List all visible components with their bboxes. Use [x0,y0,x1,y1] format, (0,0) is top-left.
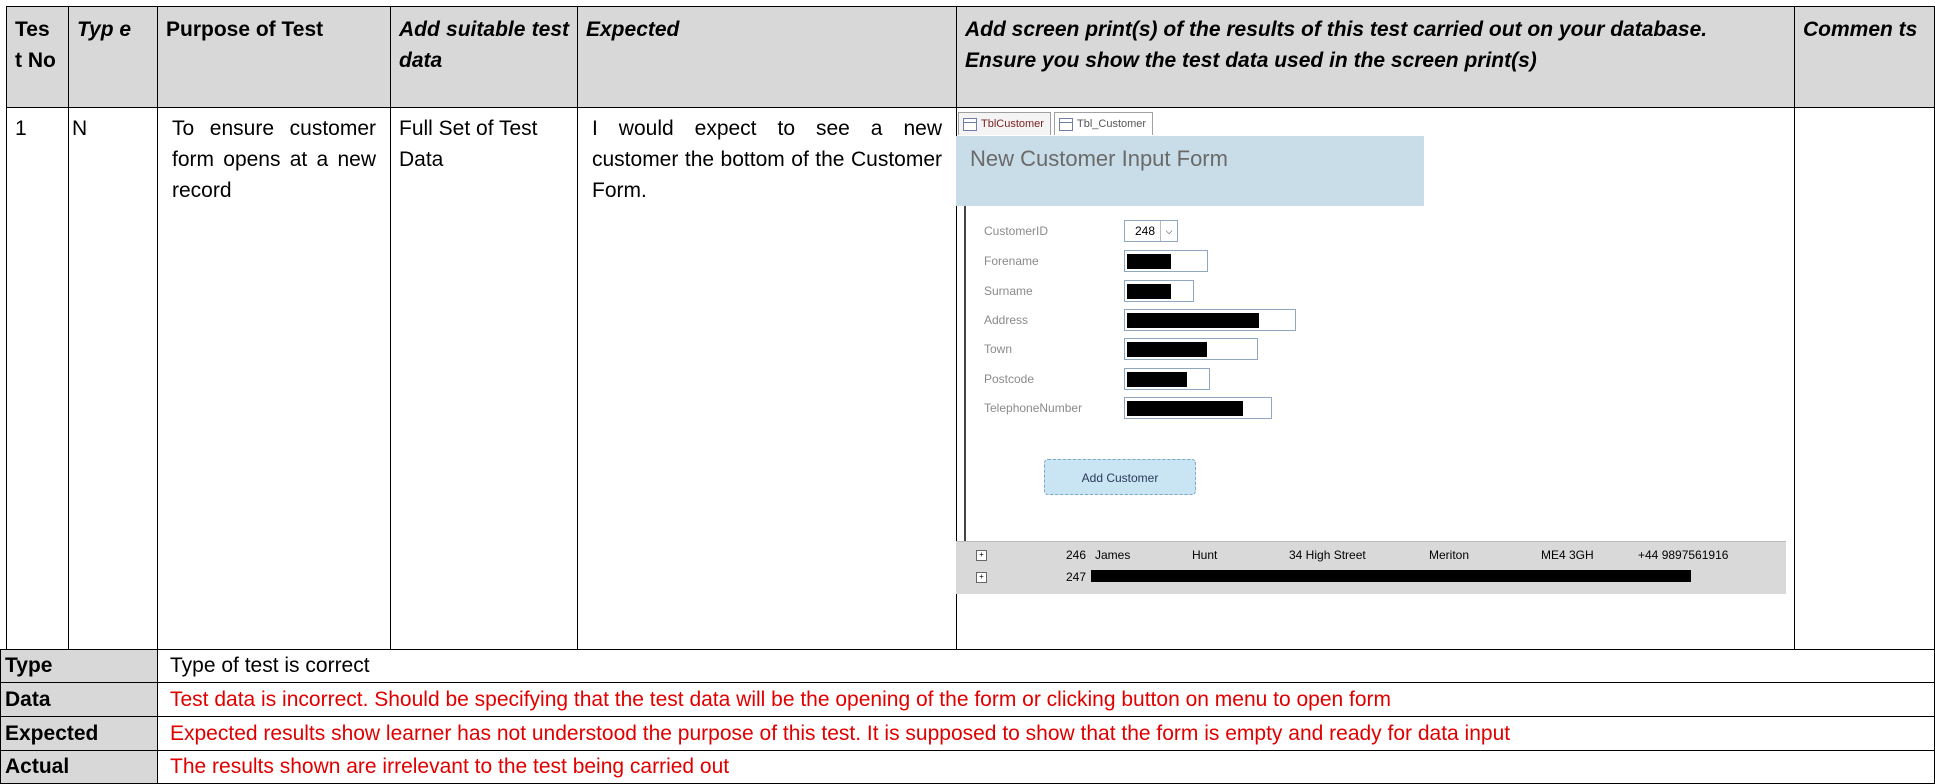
forename-field [1124,250,1208,272]
redaction-block [1091,570,1691,582]
form-icon [963,118,977,131]
tab-tblcustomer-label: TblCustomer [981,118,1044,130]
field-label-telephonenumber: TelephoneNumber [984,401,1083,415]
header-screen-print-text: Add screen print(s) of the results of th… [965,18,1708,72]
field-label-customerid: CustomerID [984,224,1049,238]
feedback-label-actual-text: Actual [5,755,70,778]
add-customer-button-label: Add Customer [1081,471,1159,485]
header-test-no-text: Tes t No [15,18,56,72]
table-row: + 247 [956,566,1786,588]
form-header: New Customer Input Form [956,136,1424,206]
row1-expected-text: I would expect to see a new customer the… [592,117,942,202]
expand-icon: + [976,550,987,561]
expand-icon: + [976,572,987,583]
redaction-block [1127,284,1171,299]
header-purpose-text: Purpose of Test [166,18,324,41]
feedback-text-expected: Expected results show learner has not un… [157,716,1935,751]
feedback-label-type: Type [0,649,158,683]
address-field [1124,309,1296,331]
row1-purpose: To ensure customer form opens at a new r… [157,107,391,650]
customerid-combo: 248 ⌵ [1124,220,1178,242]
redaction-block [1127,401,1243,416]
feedback-text-actual-text: The results shown are irrelevant to the … [170,755,730,778]
header-comments: Commen ts [1794,6,1935,108]
row1-comments [1794,107,1935,650]
header-test-data: Add suitable test data [390,6,578,108]
tab-tblcustomer-form: TblCustomer [958,112,1051,135]
chevron-down-icon: ⌵ [1160,221,1177,241]
feedback-label-data-text: Data [5,688,51,711]
header-test-data-text: Add suitable test data [399,18,569,72]
header-test-no: Tes t No [6,6,69,108]
customerid-value: 248 [1135,224,1156,238]
record-postcode: ME4 3GH [1541,548,1594,562]
field-label-address: Address [984,313,1029,327]
header-screen-print: Add screen print(s) of the results of th… [956,6,1795,108]
screen-print-image: TblCustomer Tbl_Customer New Customer In… [956,108,1786,603]
feedback-text-data-text: Test data is incorrect. Should be specif… [170,688,1392,711]
form-body: CustomerID 248 ⌵ Forename Surname Addres… [964,206,1426,546]
form-title: New Customer Input Form [970,146,1228,171]
record-phone: +44 9897561916 [1638,548,1729,562]
header-type-text: Typ e [77,18,132,41]
header-expected: Expected [577,6,957,108]
redaction-block [1127,254,1171,269]
feedback-label-expected: Expected [0,716,158,751]
postcode-field [1124,368,1210,390]
row1-expected: I would expect to see a new customer the… [577,107,957,650]
feedback-text-data: Test data is incorrect. Should be specif… [157,682,1935,717]
row1-test-data: Full Set of Test Data [390,107,578,650]
add-customer-button: Add Customer [1044,459,1196,495]
redaction-block [1127,313,1259,328]
row1-test-no: 1 [6,107,69,650]
field-label-surname: Surname [984,284,1033,298]
record-surname: Hunt [1192,548,1218,562]
field-label-forename: Forename [984,254,1039,268]
record-id: 246 [1066,548,1087,562]
table-row: + 246 James Hunt 34 High Street Meriton … [956,544,1786,566]
surname-field [1124,280,1194,302]
feedback-text-actual: The results shown are irrelevant to the … [157,750,1935,784]
feedback-text-expected-text: Expected results show learner has not un… [170,722,1511,745]
record-town: Meriton [1429,548,1470,562]
town-field [1124,338,1258,360]
redaction-block [1127,342,1207,357]
row1-test-no-text: 1 [15,117,27,140]
header-expected-text: Expected [586,18,680,41]
header-purpose: Purpose of Test [157,6,391,108]
tab-tbl-customer-table: Tbl_Customer [1054,112,1154,135]
datasheet-rows: + 246 James Hunt 34 High Street Meriton … [956,541,1786,594]
row1-test-data-text: Full Set of Test Data [399,117,538,171]
feedback-label-data: Data [0,682,158,717]
field-label-postcode: Postcode [984,372,1035,386]
feedback-label-expected-text: Expected [5,722,99,745]
table-icon [1059,118,1073,131]
object-tabs: TblCustomer Tbl_Customer [956,108,1426,135]
tab-tbl-customer-label: Tbl_Customer [1077,118,1147,130]
row1-type-text: N [72,117,88,140]
record-forename: James [1095,548,1131,562]
feedback-text-type-text: Type of test is correct [170,654,370,677]
field-label-town: Town [984,342,1013,356]
record-id: 247 [1066,570,1087,584]
feedback-label-type-text: Type [5,654,53,677]
feedback-text-type: Type of test is correct [157,649,1935,683]
telephonenumber-field [1124,397,1272,419]
redaction-block [1127,372,1187,387]
record-address: 34 High Street [1289,548,1366,562]
row1-type: N [68,107,158,650]
header-comments-text: Commen ts [1803,18,1918,41]
feedback-label-actual: Actual [0,750,158,784]
header-type: Typ e [68,6,158,108]
row1-purpose-text: To ensure customer form opens at a new r… [172,117,376,202]
